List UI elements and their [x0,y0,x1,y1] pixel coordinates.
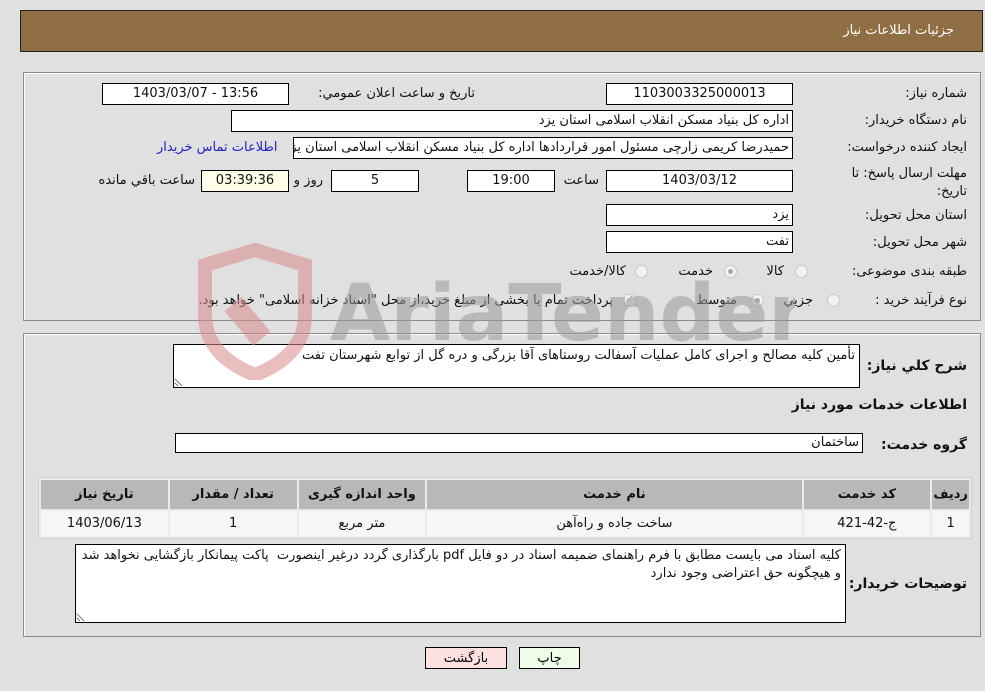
deadline-time-label: ساعت [563,173,599,188]
category-option-goods-service: کالا/خدمت [569,264,626,279]
cell-unit: متر مربع [298,511,426,536]
process-option-minor: جزيي [783,293,813,308]
treasury-checkbox[interactable]: ✓ [624,294,636,306]
col-header-service-code: کد خدمت [803,480,931,509]
cell-service-name: ساخت جاده و راه‌آهن [427,511,802,536]
days-remaining-field[interactable]: 5 [331,170,419,192]
cell-quantity: 1 [169,511,297,536]
print-button[interactable]: چاپ [519,647,580,669]
need-number-label: شماره نیاز: [905,86,967,101]
buyer-notes-textarea[interactable]: کلیه اسناد می بایست مطابق با فرم راهنمای… [75,544,846,623]
treasury-checkbox-label: پرداخت تمام یا بخشی از مبلغ خرید،از محل … [198,293,613,308]
cell-row-number: 1 [932,511,969,536]
page-title: جزئیات اطلاعات نیاز [843,23,954,38]
announce-datetime-field[interactable]: 1403/03/07 - 13:56 [102,83,289,105]
page-header: جزئیات اطلاعات نیاز [20,10,983,52]
services-table: ردیف کد خدمت نام خدمت واحد اندازه گیری ت… [38,477,972,539]
buyer-org-field[interactable]: اداره کل بنیاد مسکن انقلاب اسلامی استان … [231,110,793,132]
back-button[interactable]: بازگشت [425,647,507,669]
days-label: روز و [293,173,323,188]
category-radio-service[interactable] [724,265,737,278]
deadline-label: مهلت ارسال پاسخ: تا تاریخ: [851,166,967,199]
remaining-time-field[interactable]: 03:39:36 [201,170,289,192]
category-label: طبقه بندی موضوعی: [851,264,967,279]
city-label: شهر محل تحویل: [872,235,967,250]
buyer-org-label: نام دستگاه خریدار: [864,113,967,128]
requester-label: ایجاد کننده درخواست: [847,140,967,155]
remaining-time-label: ساعت باقي مانده [98,173,195,188]
description-label: شرح کلي نیاز: [866,358,967,374]
province-field[interactable]: یزد [606,204,793,226]
category-option-service: خدمت [678,264,713,279]
description-textarea[interactable]: تأمین کلیه مصالح و اجرای کامل عملیات آسف… [173,344,860,388]
table-header-row: ردیف کد خدمت نام خدمت واحد اندازه گیری ت… [41,480,969,509]
requester-field[interactable]: حمیدرضا کریمی زارچی مسئول امور قراردادها… [293,137,793,159]
city-field[interactable]: تفت [606,231,793,253]
category-option-goods: کالا [766,264,784,279]
purchase-process-label: نوع فرآیند خرید : [875,293,967,308]
category-radio-goods[interactable] [795,265,808,278]
process-option-medium: متوسط [696,293,737,308]
buyer-contact-link[interactable]: اطلاعات تماس خریدار [157,140,277,155]
deadline-date-field[interactable]: 1403/03/12 [606,170,793,192]
table-row: 1 ج-42-421 ساخت جاده و راه‌آهن متر مربع … [41,511,969,536]
need-number-field[interactable]: 1103003325000013 [606,83,793,105]
cell-service-code: ج-42-421 [803,511,931,536]
deadline-time-field[interactable]: 19:00 [467,170,555,192]
cell-need-date: 1403/06/13 [41,511,168,536]
service-group-label: گروه خدمت: [881,437,967,453]
process-radio-minor[interactable] [827,294,840,307]
province-label: استان محل تحویل: [865,208,967,223]
col-header-quantity: تعداد / مقدار [169,480,297,509]
announce-datetime-label: تاریخ و ساعت اعلان عمومي: [318,86,475,101]
category-radio-goods-service[interactable] [635,265,648,278]
col-header-row-number: ردیف [932,480,969,509]
services-section-title: اطلاعات خدمات مورد نیاز [791,397,967,413]
buyer-notes-label: توضیحات خریدار: [848,576,967,592]
process-radio-medium[interactable] [751,294,764,307]
col-header-need-date: تاریخ نیاز [41,480,168,509]
service-group-field[interactable]: ساختمان [175,433,863,453]
col-header-service-name: نام خدمت [427,480,802,509]
col-header-unit: واحد اندازه گیری [298,480,426,509]
